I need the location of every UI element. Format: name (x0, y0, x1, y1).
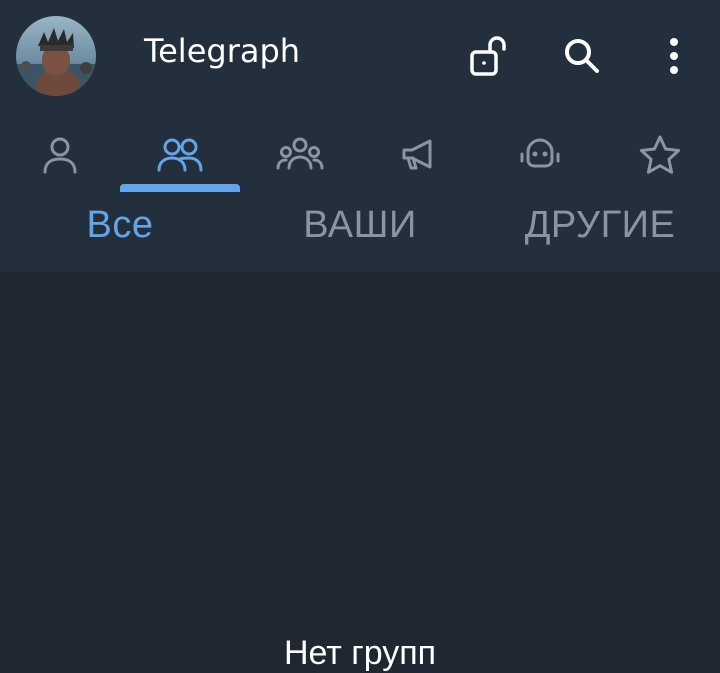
tab-all[interactable]: Все (0, 204, 240, 258)
avatar[interactable] (16, 16, 96, 96)
more-vertical-icon[interactable] (652, 34, 696, 78)
tab-bot-icon[interactable] (510, 130, 570, 182)
category-selected-indicator (120, 184, 240, 192)
tab-person-icon[interactable] (30, 130, 90, 182)
unlocked-padlock-icon[interactable] (468, 34, 512, 78)
tab-star-icon[interactable] (630, 130, 690, 182)
empty-state-message: Нет групп (283, 634, 437, 672)
app-header: Telegraph Все ВАШИ ДРУГИЕ (0, 0, 720, 272)
tab-megaphone-icon[interactable] (390, 130, 450, 182)
top-toolbar: Telegraph (0, 0, 720, 108)
filter-tabs: Все ВАШИ ДРУГИЕ (0, 200, 720, 262)
search-icon[interactable] (560, 34, 604, 78)
app-title: Telegraph (144, 32, 301, 70)
tab-others[interactable]: ДРУГИЕ (480, 204, 720, 258)
tab-group-icon[interactable] (150, 130, 210, 182)
tab-yours[interactable]: ВАШИ (240, 204, 480, 258)
category-tabs (0, 124, 720, 192)
tab-community-icon[interactable] (270, 130, 330, 182)
